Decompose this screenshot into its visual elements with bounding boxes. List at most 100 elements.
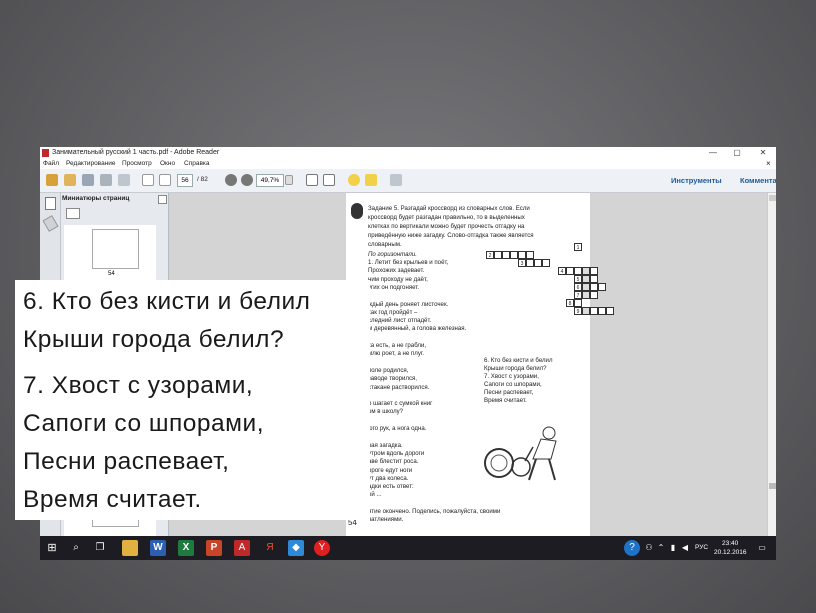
crossword-cell bbox=[590, 283, 598, 291]
volume-icon[interactable]: ◀ bbox=[680, 540, 690, 556]
zoom-level-input[interactable]: 49,7% bbox=[256, 174, 284, 187]
create-pdf-icon[interactable] bbox=[46, 174, 58, 186]
language-indicator[interactable]: РУС bbox=[695, 544, 708, 551]
crossword-cell bbox=[590, 291, 598, 299]
riddle-line: Крыши города белил? bbox=[484, 365, 547, 372]
zoomed-riddle-line: Песни распевает, bbox=[23, 448, 230, 475]
people-icon[interactable]: ⚇ bbox=[644, 540, 654, 556]
zoomed-riddle-overlay: 6. Кто без кисти и белил Крыши города бе… bbox=[15, 280, 370, 520]
task-view-icon[interactable]: ❐ bbox=[92, 540, 108, 556]
crossword-number-cell: 5 bbox=[574, 275, 582, 283]
pdf-page: Задание 5. Разгадай кроссворд из словарн… bbox=[346, 193, 614, 536]
powerpoint-icon[interactable]: P bbox=[206, 540, 222, 556]
crossword-cell bbox=[574, 267, 582, 275]
menu-view[interactable]: Просмотр bbox=[122, 160, 152, 167]
riddle-line: 7. Хвост с узорами, bbox=[484, 373, 539, 380]
zoom-in-icon[interactable] bbox=[241, 174, 253, 186]
crossword-cell bbox=[582, 267, 590, 275]
crossword-cell bbox=[510, 251, 518, 259]
task-text-line: Задание 5. Разгадай кроссворд из словарн… bbox=[368, 205, 530, 212]
minimize-button[interactable]: — bbox=[704, 147, 722, 159]
expand-icon[interactable] bbox=[390, 174, 402, 186]
zoomed-riddle-line: Время считает. bbox=[23, 486, 202, 513]
start-icon[interactable]: ⊞ bbox=[44, 540, 60, 556]
previous-page-icon[interactable] bbox=[142, 174, 154, 186]
crossword-number-cell: 7 bbox=[574, 291, 582, 299]
save-icon[interactable] bbox=[82, 174, 94, 186]
scroll-up-icon[interactable] bbox=[769, 195, 776, 201]
clue-line: орогe едут ноги bbox=[368, 466, 413, 474]
comments-tab[interactable]: Комментарии bbox=[740, 176, 776, 185]
word-icon[interactable]: W bbox=[150, 540, 166, 556]
task-text-line: словарным. bbox=[368, 241, 402, 248]
panel-options-icon[interactable] bbox=[158, 195, 167, 204]
clue-line: как год пройдёт – bbox=[368, 308, 418, 316]
fit-page-icon[interactable] bbox=[323, 174, 335, 186]
crossword-cell bbox=[598, 307, 606, 315]
riddle-line: Песни распевает, bbox=[484, 389, 534, 396]
vertical-scrollbar[interactable] bbox=[767, 193, 776, 536]
acrobat-reader-icon[interactable]: A bbox=[234, 540, 250, 556]
excel-icon[interactable]: X bbox=[178, 540, 194, 556]
clock-time[interactable]: 23:40 bbox=[722, 540, 738, 547]
clue-line: аве блестит роса. bbox=[368, 458, 419, 466]
clue-line: следний лист отпадёт. bbox=[368, 317, 432, 325]
maximize-button[interactable]: ▢ bbox=[728, 147, 746, 159]
crossword-cell bbox=[582, 275, 590, 283]
highlight-icon[interactable] bbox=[365, 174, 377, 186]
thumbnail-options-icon[interactable] bbox=[66, 208, 80, 219]
clue-line: вая загадка. bbox=[368, 441, 403, 449]
clue-line: ой ... bbox=[368, 491, 382, 499]
clue-line: ка есть, а не грабли, bbox=[368, 342, 427, 349]
crossword-cell bbox=[590, 275, 598, 283]
crossword-number-cell: 4 bbox=[558, 267, 566, 275]
clue-line: стакане растворился. bbox=[368, 383, 430, 391]
search-icon[interactable]: ⌕ bbox=[68, 540, 84, 556]
crossword-number-cell: 3 bbox=[518, 259, 526, 267]
page-number-input[interactable]: 56 bbox=[177, 174, 193, 187]
menu-file[interactable]: Файл bbox=[43, 160, 59, 167]
zoom-out-icon[interactable] bbox=[225, 174, 237, 186]
zoom-dropdown[interactable] bbox=[285, 175, 293, 185]
clue-line: ждый день роняет листочек. bbox=[368, 300, 449, 308]
thumbnail-page[interactable] bbox=[92, 229, 139, 269]
menu-help[interactable]: Справка bbox=[184, 160, 210, 167]
page-thumbnails-icon[interactable] bbox=[45, 197, 56, 210]
yandex-browser-icon[interactable]: Я bbox=[262, 540, 278, 556]
clue-line: о шагает с сумкой книг bbox=[368, 400, 433, 408]
tools-tab[interactable]: Инструменты bbox=[671, 176, 722, 185]
attachments-icon[interactable] bbox=[42, 215, 59, 232]
lightbulb-icon bbox=[351, 203, 363, 219]
comment-icon[interactable] bbox=[348, 174, 360, 186]
crossword-cell bbox=[542, 259, 550, 267]
dropbox-icon[interactable]: ◆ bbox=[288, 540, 304, 556]
crossword-number-cell: 8 bbox=[566, 299, 574, 307]
chevron-up-icon[interactable]: ⌃ bbox=[656, 540, 666, 556]
riddle-line: 6. Кто без кисти и белил bbox=[484, 357, 553, 364]
page-total: / 82 bbox=[197, 176, 208, 183]
notifications-icon[interactable]: ▭ bbox=[756, 540, 768, 556]
print-icon[interactable] bbox=[100, 174, 112, 186]
crossword-cell bbox=[582, 307, 590, 315]
menu-edit[interactable]: Редактирование bbox=[66, 160, 116, 167]
fit-width-icon[interactable] bbox=[306, 174, 318, 186]
yandex-icon[interactable]: Y bbox=[314, 540, 330, 556]
clue-line: поле родился, bbox=[368, 366, 409, 374]
close-button[interactable]: ✕ bbox=[754, 147, 772, 159]
network-icon[interactable]: ▮ bbox=[668, 540, 678, 556]
clue-line: ом в школу? bbox=[368, 408, 404, 416]
clock-date[interactable]: 20.12.2016 bbox=[714, 549, 747, 556]
clue-line: ним проходу не даёт, bbox=[368, 275, 428, 283]
open-folder-icon[interactable] bbox=[64, 174, 76, 186]
document-close-button[interactable]: × bbox=[766, 159, 771, 168]
menu-window[interactable]: Окно bbox=[160, 160, 175, 167]
crossword-number-cell: 9 bbox=[574, 307, 582, 315]
crossword-number-cell: 6 bbox=[574, 283, 582, 291]
crossword-cell bbox=[502, 251, 510, 259]
help-icon[interactable]: ? bbox=[624, 540, 640, 556]
crossword-cell bbox=[494, 251, 502, 259]
scroll-thumb[interactable] bbox=[769, 483, 776, 489]
file-explorer-icon[interactable] bbox=[122, 540, 138, 556]
next-page-icon[interactable] bbox=[159, 174, 171, 186]
email-icon[interactable] bbox=[118, 174, 130, 186]
